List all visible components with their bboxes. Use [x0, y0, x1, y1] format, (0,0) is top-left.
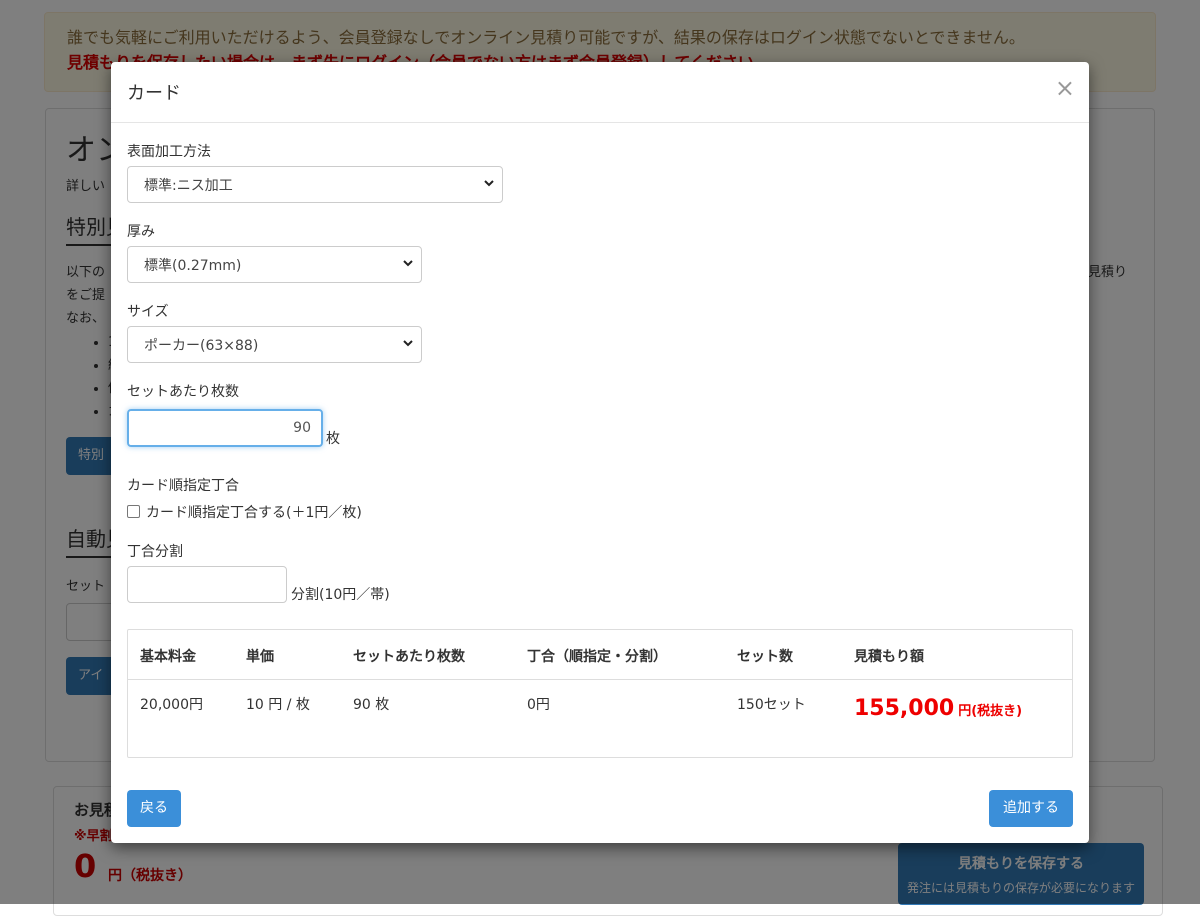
td-base-fee: 20,000円 [140, 697, 203, 713]
estimate-amount: 155,000 [854, 696, 955, 721]
table-header-row: 基本料金 単価 セットあたり枚数 丁合（順指定・分割） セット数 見積もり額 [128, 630, 1072, 680]
price-table: 基本料金 単価 セットあたり枚数 丁合（順指定・分割） セット数 見積もり額 2… [127, 629, 1073, 758]
split-unit: 分割(10円／帯) [291, 587, 390, 603]
per-set-unit: 枚 [326, 431, 340, 447]
td-collation: 0円 [527, 697, 550, 713]
modal-header: カード × [111, 62, 1089, 123]
thickness-select[interactable]: 標準(0.27mm) [127, 246, 422, 283]
chevron-down-icon [403, 340, 413, 347]
surface-select[interactable]: 標準:ニス加工 [127, 166, 503, 203]
td-unit-price: 10 円 / 枚 [246, 697, 310, 713]
split-label: 丁合分割 [127, 544, 183, 560]
surface-label: 表面加工方法 [127, 144, 211, 160]
card-options-modal: カード × 表面加工方法 標準:ニス加工 厚み 標準(0.27mm) サイズ ポ… [111, 62, 1089, 843]
back-button[interactable]: 戻る [127, 790, 181, 827]
th-amount: 見積もり額 [854, 649, 924, 665]
th-unit-price: 単価 [246, 649, 274, 665]
td-per-set: 90 枚 [353, 697, 390, 713]
th-per-set: セットあたり枚数 [353, 649, 465, 665]
per-set-label: セットあたり枚数 [127, 384, 239, 400]
collate-label: カード順指定丁合 [127, 478, 239, 494]
close-icon[interactable]: × [1055, 76, 1075, 100]
collate-option[interactable]: カード順指定丁合する(＋1円／枚) [127, 502, 362, 522]
td-amount: 155,000 円(税抜き) [854, 696, 1022, 721]
surface-select-value: 標準:ニス加工 [144, 178, 233, 194]
th-base-fee: 基本料金 [140, 649, 196, 665]
per-set-input[interactable]: 90 [127, 409, 323, 447]
thickness-select-value: 標準(0.27mm) [144, 258, 242, 274]
thickness-label: 厚み [127, 224, 155, 240]
th-sets: セット数 [737, 649, 793, 665]
chevron-down-icon [403, 260, 413, 267]
split-input[interactable] [127, 566, 287, 603]
modal-title: カード [127, 83, 181, 104]
collate-checkbox[interactable] [127, 505, 140, 518]
chevron-down-icon [484, 180, 494, 187]
size-select[interactable]: ポーカー(63×88) [127, 326, 422, 363]
size-select-value: ポーカー(63×88) [144, 338, 259, 354]
add-button[interactable]: 追加する [989, 790, 1073, 827]
collate-checkbox-label: カード順指定丁合する(＋1円／枚) [146, 505, 362, 521]
td-sets: 150セット [737, 697, 806, 713]
estimate-amount-unit: 円(税抜き) [958, 704, 1023, 719]
th-collation: 丁合（順指定・分割） [527, 649, 667, 665]
size-label: サイズ [127, 304, 169, 320]
